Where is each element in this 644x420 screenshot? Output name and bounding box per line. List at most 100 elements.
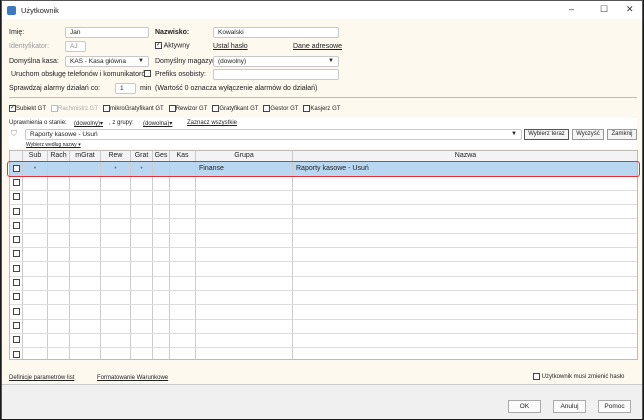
row-checkbox-cell[interactable]: [10, 247, 23, 262]
alarmy-input[interactable]: 1: [115, 83, 136, 94]
title-bar: Użytkownik – ☐ ✕: [2, 1, 642, 19]
nazwisko-input[interactable]: Kowalski: [213, 27, 339, 38]
row-checkbox[interactable]: [13, 250, 20, 258]
cell-nazwa: [293, 348, 637, 359]
wyczysc-button[interactable]: Wyczyść: [572, 129, 604, 140]
row-checkbox[interactable]: [13, 350, 20, 358]
row-checkbox-cell[interactable]: [10, 219, 23, 233]
formatowanie-link[interactable]: Formatowanie Warunkowe: [97, 375, 168, 381]
column-header[interactable]: [10, 151, 23, 161]
musi-zmienic-checkbox[interactable]: Użytkownik musi zmienić hasło: [533, 373, 624, 380]
row-checkbox[interactable]: [13, 207, 20, 215]
table-row[interactable]: [10, 276, 637, 291]
row-checkbox-cell[interactable]: [10, 233, 23, 247]
table-row[interactable]: [10, 347, 637, 359]
grupa-dropdown[interactable]: (dowolna)▾: [143, 120, 172, 127]
column-header[interactable]: Ges: [153, 151, 170, 161]
module-label: Gestor GT: [270, 106, 299, 113]
table-row[interactable]: [10, 219, 637, 234]
kasa-select[interactable]: KAS - Kasa główna: [65, 56, 149, 67]
column-header[interactable]: Grupa: [196, 151, 293, 161]
cell-nazwa: [293, 234, 637, 248]
cell-rew: [101, 176, 131, 190]
wybierz-wg-nazwy-dropdown[interactable]: Wybierz według nazwy ▾: [26, 142, 81, 148]
cell-grat: [131, 290, 153, 305]
module-checkbox[interactable]: Rewizor GT: [168, 105, 207, 112]
row-checkbox-cell[interactable]: [10, 305, 23, 319]
column-header[interactable]: Sub: [23, 151, 48, 161]
row-checkbox[interactable]: [13, 221, 20, 229]
module-checkbox[interactable]: Gratyfikant GT: [212, 105, 258, 112]
search-input[interactable]: Raporty kasowe - Usuń: [25, 129, 522, 140]
cell-mgrat: [70, 262, 101, 276]
cell-mgrat: [70, 233, 101, 247]
row-checkbox-cell[interactable]: [10, 204, 23, 219]
row-checkbox[interactable]: [13, 264, 20, 272]
imie-input[interactable]: Jan: [65, 27, 149, 38]
module-checkbox[interactable]: mikroGratyfikant GT: [103, 105, 164, 112]
table-row[interactable]: [10, 204, 637, 220]
wybierz-teraz-button[interactable]: Wybierz teraz: [524, 129, 569, 140]
column-header[interactable]: Nazwa: [293, 151, 637, 161]
cell-kas: [170, 333, 196, 348]
minimize-button[interactable]: –: [569, 4, 574, 14]
column-header[interactable]: Grat: [131, 151, 153, 161]
close-button[interactable]: ✕: [626, 4, 634, 15]
table-row[interactable]: [10, 319, 637, 334]
row-checkbox-cell[interactable]: [10, 347, 23, 359]
row-checkbox[interactable]: [13, 193, 20, 201]
module-checkbox[interactable]: ✓Subiekt GT: [9, 105, 46, 112]
row-checkbox-cell[interactable]: [10, 262, 23, 276]
zamknij-button[interactable]: Zamknij: [607, 129, 637, 140]
ok-button[interactable]: OK: [508, 400, 541, 413]
table-row[interactable]: [10, 290, 637, 306]
table-row[interactable]: [10, 305, 637, 320]
definicje-link[interactable]: Definicje parametrów list: [9, 375, 74, 381]
row-checkbox-cell[interactable]: [10, 276, 23, 290]
identyfikator-input[interactable]: AJ: [65, 41, 86, 52]
column-header[interactable]: Rew: [101, 151, 131, 161]
cell-grat: [131, 347, 153, 359]
cell-nazwa: [293, 205, 637, 219]
row-checkbox[interactable]: [13, 279, 20, 287]
table-row[interactable]: [10, 247, 637, 263]
telefony-checkbox[interactable]: [144, 70, 151, 77]
row-checkbox-cell[interactable]: [10, 176, 23, 190]
dane-adresowe-link[interactable]: Dane adresowe: [293, 43, 342, 50]
aktywny-checkbox[interactable]: ✓ Aktywny: [155, 42, 190, 49]
table-row[interactable]: [10, 176, 637, 191]
row-checkbox[interactable]: [13, 336, 20, 344]
stan-dropdown[interactable]: (dowolny)▾: [74, 120, 103, 127]
row-checkbox-cell[interactable]: [10, 290, 23, 305]
row-checkbox[interactable]: [13, 293, 20, 301]
module-checkbox[interactable]: Gestor GT: [263, 105, 298, 112]
table-row[interactable]: [10, 333, 637, 349]
row-checkbox-cell[interactable]: [10, 190, 23, 205]
cell-grupa: [196, 347, 293, 359]
row-checkbox-cell[interactable]: [10, 319, 23, 333]
zaznacz-wszystkie-link[interactable]: Zaznacz wszystkie: [187, 120, 237, 126]
cell-grupa: [196, 290, 293, 305]
maximize-button[interactable]: ☐: [600, 4, 608, 15]
prefiks-input[interactable]: [213, 69, 339, 80]
column-header[interactable]: mGrat: [70, 151, 101, 161]
row-checkbox[interactable]: [13, 236, 20, 244]
cell-sub: [23, 204, 48, 219]
row-checkbox-cell[interactable]: [10, 333, 23, 348]
ustal-haslo-link[interactable]: Ustal hasło: [213, 43, 248, 50]
module-checkbox[interactable]: Kasjerz GT: [303, 105, 340, 112]
anuluj-button[interactable]: Anuluj: [553, 400, 586, 413]
column-header[interactable]: Rach: [48, 151, 70, 161]
cell-sub: [23, 247, 48, 262]
row-checkbox[interactable]: [13, 307, 20, 315]
magazyn-select[interactable]: (dowolny): [213, 56, 339, 67]
table-row[interactable]: [10, 233, 637, 248]
column-header[interactable]: Kas: [170, 151, 196, 161]
row-checkbox[interactable]: [13, 321, 20, 329]
table-row[interactable]: [10, 262, 637, 277]
module-checkbox[interactable]: Rachmistrz GT: [51, 105, 98, 112]
checkbox-box: ✓: [9, 105, 16, 112]
pomoc-button[interactable]: Pomoc: [598, 400, 631, 413]
table-row[interactable]: [10, 190, 637, 206]
row-checkbox[interactable]: [13, 178, 20, 186]
